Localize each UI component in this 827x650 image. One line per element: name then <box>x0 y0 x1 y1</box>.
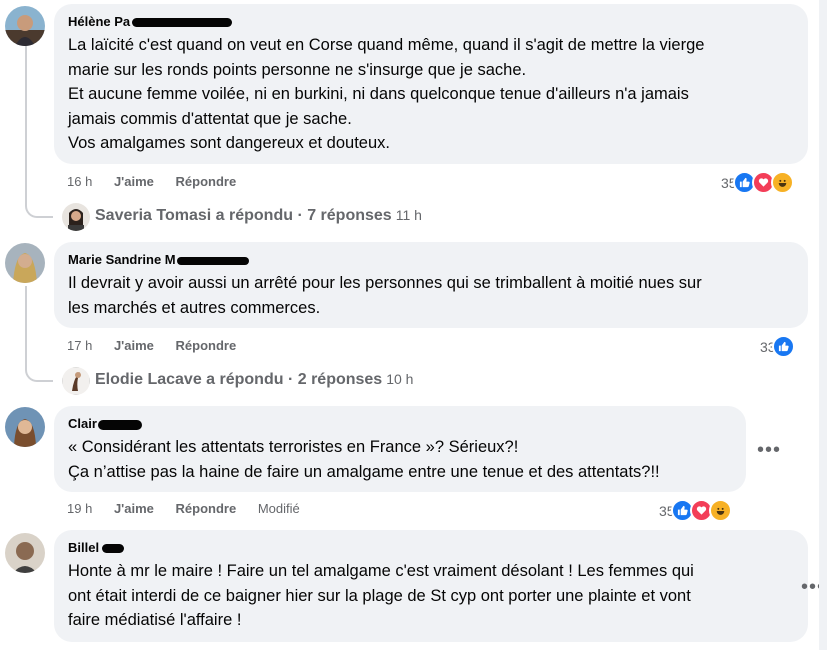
view-replies-link[interactable]: Elodie Lacave a répondu · 2 réponses 10 h <box>95 371 413 389</box>
comment-author[interactable]: Clair <box>68 416 732 432</box>
avatar-image <box>5 243 45 283</box>
comment-text: Honte à mr le maire ! Faire un tel amalg… <box>68 562 694 629</box>
reaction-summary[interactable]: 35 <box>721 171 794 194</box>
avatar[interactable] <box>5 407 45 447</box>
avatar-image <box>5 407 45 447</box>
reply-button[interactable]: Répondre <box>176 338 237 353</box>
comment-actions: 16 h J'aime Répondre <box>67 174 254 190</box>
like-button[interactable]: J'aime <box>114 338 154 353</box>
avatar-image <box>5 533 45 573</box>
like-button[interactable]: J'aime <box>114 174 154 189</box>
redaction-mark <box>132 18 233 28</box>
reply-button[interactable]: Répondre <box>176 174 237 189</box>
avatar[interactable] <box>5 6 45 46</box>
avatar-image <box>62 203 90 231</box>
comment-text: « Considérant les attentats terroristes … <box>68 438 660 481</box>
avatar-image <box>5 6 45 46</box>
avatar[interactable] <box>5 243 45 283</box>
comment-bubble: Marie Sandrine M Il devrait y avoir auss… <box>54 242 808 328</box>
comment-time[interactable]: 16 h <box>67 174 92 189</box>
comment-author[interactable]: Hélène Pa <box>68 14 794 30</box>
comment-actions: 17 h J'aime Répondre <box>67 338 254 354</box>
comment-time[interactable]: 19 h <box>67 501 92 516</box>
reaction-summary[interactable]: 35 <box>659 499 732 522</box>
view-replies-link[interactable]: Saveria Tomasi a répondu · 7 réponses 11 … <box>95 207 422 225</box>
haha-icon <box>770 171 794 194</box>
scrollbar[interactable] <box>819 0 827 650</box>
redaction-mark <box>176 256 249 265</box>
more-options-icon[interactable]: ••• <box>754 435 784 465</box>
comment-actions: 19 h J'aime Répondre Modifié <box>67 501 318 517</box>
like-button[interactable]: J'aime <box>114 501 154 516</box>
like-icon <box>771 335 795 358</box>
comment-text: La laïcité c'est quand on veut en Corse … <box>68 36 705 152</box>
comment-bubble: Hélène Pa La laïcité c'est quand on veut… <box>54 4 808 164</box>
thread-connector <box>25 286 53 382</box>
redaction-mark <box>97 419 142 430</box>
haha-icon <box>708 499 732 522</box>
avatar[interactable] <box>62 203 90 231</box>
avatar[interactable] <box>62 367 90 395</box>
comment-text: Il devrait y avoir aussi un arrêté pour … <box>68 274 702 317</box>
avatar[interactable] <box>5 533 45 573</box>
reply-button[interactable]: Répondre <box>176 501 237 516</box>
avatar-image <box>62 367 90 395</box>
thread-connector <box>25 46 53 218</box>
comment-author[interactable]: Billel <box>68 540 794 556</box>
comment-author[interactable]: Marie Sandrine M <box>68 252 794 268</box>
redaction-mark <box>102 544 125 554</box>
reaction-summary[interactable]: 33 <box>760 335 795 358</box>
comment-bubble: Clair « Considérant les attentats terror… <box>54 406 746 492</box>
comment-time[interactable]: 17 h <box>67 338 92 353</box>
comment-bubble: Billel Honte à mr le maire ! Faire un te… <box>54 530 808 642</box>
edited-label: Modifié <box>257 501 300 516</box>
